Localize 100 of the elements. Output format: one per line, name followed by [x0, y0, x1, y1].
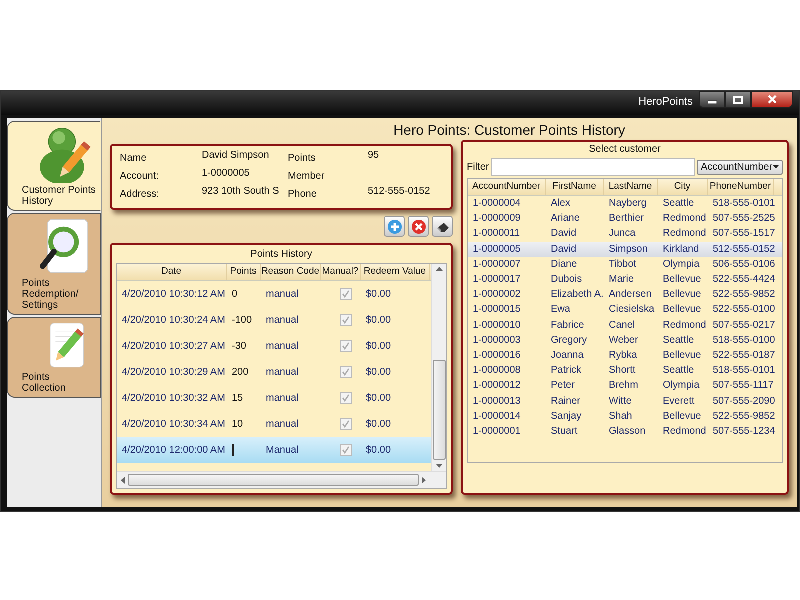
- column-header[interactable]: Points: [227, 264, 261, 280]
- nav-tab[interactable]: Customer Points History: [7, 121, 101, 211]
- table-row[interactable]: 1-0000013 Rainer Witte Everett 507-555-2090: [468, 393, 782, 409]
- column-header[interactable]: AccountNumber: [468, 179, 546, 195]
- horizontal-scrollbar[interactable]: [117, 471, 446, 488]
- table-row[interactable]: 1-0000015 Ewa Ciesielska Bellevue 522-555-0100: [468, 302, 782, 318]
- table-cell-text: 1-0000014: [472, 410, 522, 423]
- table-row[interactable]: 4/20/2010 10:30:29 AM 200 manual $0.00: [117, 359, 431, 385]
- table-cell-text: Bellevue: [662, 348, 702, 362]
- table-cell-text: -100: [231, 314, 254, 326]
- checkbox[interactable]: [340, 392, 352, 404]
- table-row[interactable]: 4/20/2010 10:30:27 AM -30 manual $0.00: [117, 333, 431, 359]
- column-header[interactable]: Redeem Value: [361, 264, 430, 280]
- table-cell-text: Weber: [608, 334, 640, 347]
- left-arrow-icon: [121, 476, 125, 484]
- table-cell-text: Redmond: [662, 227, 708, 240]
- delete-button[interactable]: [408, 216, 429, 237]
- table-row[interactable]: 1-0000012 Peter Brehm Olympia 507-555-1117: [468, 378, 782, 394]
- table-cell-text: Witte: [608, 394, 633, 408]
- page-heading: Hero Points: Customer Points History: [394, 122, 626, 140]
- table-cell-text: 1-0000003: [472, 334, 522, 347]
- table-row[interactable]: 1-0000007 Diane Tibbot Olympia 506-555-0106: [468, 256, 782, 272]
- table-cell-text: 507-555-1234: [712, 424, 774, 438]
- column-header[interactable]: Date: [117, 264, 227, 280]
- field-value: 512-555-0152: [368, 186, 432, 199]
- table-cell-text: Bellevue: [662, 303, 702, 316]
- up-arrow-icon: [436, 267, 442, 271]
- table-row[interactable]: 1-0000014 Sanjay Shah Bellevue 522-555-9852: [468, 408, 782, 424]
- table-cell-text: 518-555-0101: [712, 364, 774, 378]
- table-cell-text: Olympia: [662, 379, 701, 392]
- nav-tab[interactable]: Points Redemption/ Settings: [7, 213, 101, 315]
- checkbox[interactable]: [340, 340, 352, 352]
- checkbox[interactable]: [340, 418, 352, 430]
- checkbox[interactable]: [340, 314, 352, 326]
- vertical-scrollbar[interactable]: [431, 264, 446, 471]
- field-label: Points: [288, 152, 317, 164]
- filter-field[interactable]: [491, 158, 695, 176]
- maximize-button[interactable]: [725, 91, 751, 108]
- table-cell-text: $0.00: [365, 444, 392, 456]
- selected-row[interactable]: 1-0000005 David Simpson Kirkland 512-555-0152: [468, 242, 782, 257]
- table-cell-text: Nayberg: [608, 197, 648, 210]
- column-header[interactable]: LastName: [604, 179, 658, 195]
- table-cell-text: 4/20/2010 10:30:24 AM: [121, 314, 226, 326]
- sort-dropdown[interactable]: AccountNumber: [697, 160, 783, 174]
- table-row[interactable]: 1-0000009 Ariane Berthier Redmond 507-555-2525: [468, 211, 782, 226]
- table-cell-text: Ciesielska: [608, 303, 656, 316]
- table-row[interactable]: 1-0000002 Elizabeth A. Andersen Bellevue 522-555-9852: [468, 287, 782, 302]
- check-icon: [342, 342, 350, 350]
- table-cell-text: Shortt: [608, 364, 637, 378]
- selected-row[interactable]: 4/20/2010 12:00:00 AM Manual $0.00: [117, 437, 431, 463]
- add-button[interactable]: [384, 216, 405, 237]
- nav-tab[interactable]: Points Collection: [7, 317, 101, 398]
- column-header[interactable]: PhoneNumber: [708, 179, 774, 195]
- table-cell-text: manual: [265, 418, 300, 430]
- table-cell-text: Seattle: [662, 197, 696, 210]
- close-button[interactable]: [751, 91, 793, 108]
- table-row[interactable]: 1-0000016 Joanna Rybka Bellevue 522-555-0187: [468, 348, 782, 364]
- table-cell-text: 4/20/2010 10:30:12 AM: [121, 288, 226, 300]
- table-cell-text: $0.00: [365, 366, 392, 378]
- table-row[interactable]: 4/20/2010 10:30:12 AM 0 manual $0.00: [117, 281, 431, 307]
- table-cell-text: 1-0000007: [472, 258, 522, 271]
- field-value: 923 10th South S: [202, 186, 280, 199]
- column-header[interactable]: Manual?: [321, 264, 361, 280]
- check-icon: [342, 394, 350, 402]
- column-header[interactable]: Reason Code: [261, 264, 321, 280]
- table-cell-text: 4/20/2010 10:30:34 AM: [121, 418, 226, 430]
- table-row[interactable]: 4/20/2010 10:30:34 AM 10 manual $0.00: [117, 411, 431, 437]
- table-cell-text: Manual: [265, 444, 300, 456]
- table-cell-text: David: [550, 227, 578, 240]
- column-header[interactable]: City: [658, 179, 708, 195]
- table-cell-text: Everett: [662, 394, 696, 408]
- table-cell-text: 1-0000004: [472, 197, 522, 210]
- checkbox[interactable]: [340, 288, 352, 300]
- table-row[interactable]: 1-0000010 Fabrice Canel Redmond 507-555-0217: [468, 318, 782, 333]
- checkbox[interactable]: [340, 366, 352, 378]
- table-cell-text: 522-555-9852: [712, 288, 774, 302]
- table-cell-text: Simpson: [608, 242, 649, 256]
- minimize-button[interactable]: [699, 91, 725, 108]
- table-cell-text: Bellevue: [662, 288, 702, 302]
- erase-button[interactable]: [432, 216, 453, 237]
- scroll-thumb[interactable]: [432, 360, 446, 460]
- table-row[interactable]: 1-0000004 Alex Nayberg Seattle 518-555-0101: [468, 196, 782, 212]
- table-cell-text: 10: [231, 418, 244, 430]
- table-cell-text: Bellevue: [662, 410, 702, 423]
- field-label: Member: [288, 170, 326, 182]
- table-row[interactable]: 1-0000003 Gregory Weber Seattle 518-555-0100: [468, 332, 782, 348]
- checkbox[interactable]: [340, 444, 352, 456]
- table-cell-text: Sanjay: [550, 410, 583, 423]
- column-header[interactable]: FirstName: [546, 179, 604, 195]
- table-row[interactable]: 4/20/2010 10:30:24 AM -100 manual $0.00: [117, 307, 431, 333]
- table-cell-text: 507-555-2525: [712, 212, 774, 226]
- table-row[interactable]: 1-0000017 Dubois Marie Bellevue 522-555-4424: [468, 272, 782, 288]
- table-row[interactable]: 1-0000011 David Junca Redmond 507-555-1517: [468, 226, 782, 242]
- table-row[interactable]: 1-0000008 Patrick Shortt Seattle 518-555-0101: [468, 363, 782, 378]
- check-icon: [342, 420, 350, 428]
- table-cell-text: manual: [265, 288, 300, 300]
- scroll-thumb[interactable]: [128, 474, 419, 486]
- plus-icon: [388, 220, 402, 234]
- table-row[interactable]: 4/20/2010 10:30:32 AM 15 manual $0.00: [117, 385, 431, 411]
- table-row[interactable]: 1-0000001 Stuart Glasson Redmond 507-555-1234: [468, 424, 782, 439]
